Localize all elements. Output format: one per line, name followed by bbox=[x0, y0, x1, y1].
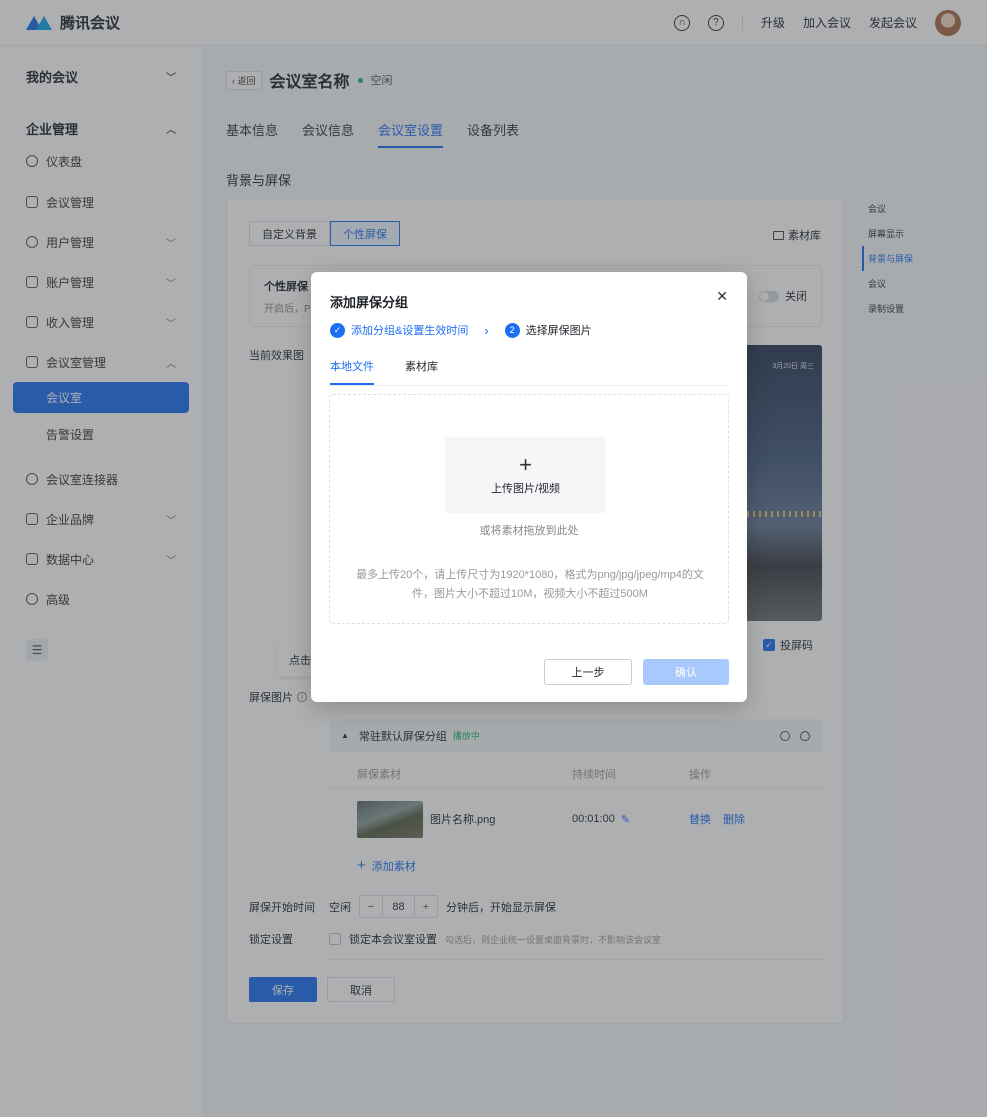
previous-step-button[interactable]: 上一步 bbox=[544, 659, 632, 685]
upload-dropzone[interactable]: + 上传图片/视频 或将素材拖放到此处 最多上传20个，请上传尺寸为1920*1… bbox=[329, 394, 729, 624]
tab-local-file[interactable]: 本地文件 bbox=[330, 358, 374, 385]
step-2-label: 选择屏保图片 bbox=[525, 325, 592, 337]
plus-icon: + bbox=[519, 452, 532, 477]
upload-limit-text: 最多上传20个，请上传尺寸为1920*1080，格式为png/jpg/jpeg/… bbox=[356, 569, 704, 600]
drag-hint: 或将素材拖放到此处 bbox=[479, 525, 579, 537]
confirm-button[interactable]: 确认 bbox=[643, 659, 729, 685]
check-circle-icon: ✓ bbox=[330, 322, 345, 338]
stepper: ✓ 添加分组&设置生效时间 › 2 选择屏保图片 bbox=[330, 322, 592, 338]
add-screensaver-group-dialog: 添加屏保分组 ✕ ✓ 添加分组&设置生效时间 › 2 选择屏保图片 本地文件 素… bbox=[311, 272, 747, 702]
dialog-title: 添加屏保分组 bbox=[330, 295, 409, 310]
dialog-tabs: 本地文件 素材库 bbox=[330, 358, 728, 386]
upload-button[interactable]: + 上传图片/视频 bbox=[445, 437, 606, 513]
chevron-right-icon: › bbox=[484, 322, 489, 338]
step-2-number: 2 bbox=[504, 322, 520, 338]
tab-material-library[interactable]: 素材库 bbox=[405, 358, 438, 385]
close-icon[interactable]: ✕ bbox=[716, 288, 728, 305]
step-1-label[interactable]: 添加分组&设置生效时间 bbox=[351, 322, 468, 338]
